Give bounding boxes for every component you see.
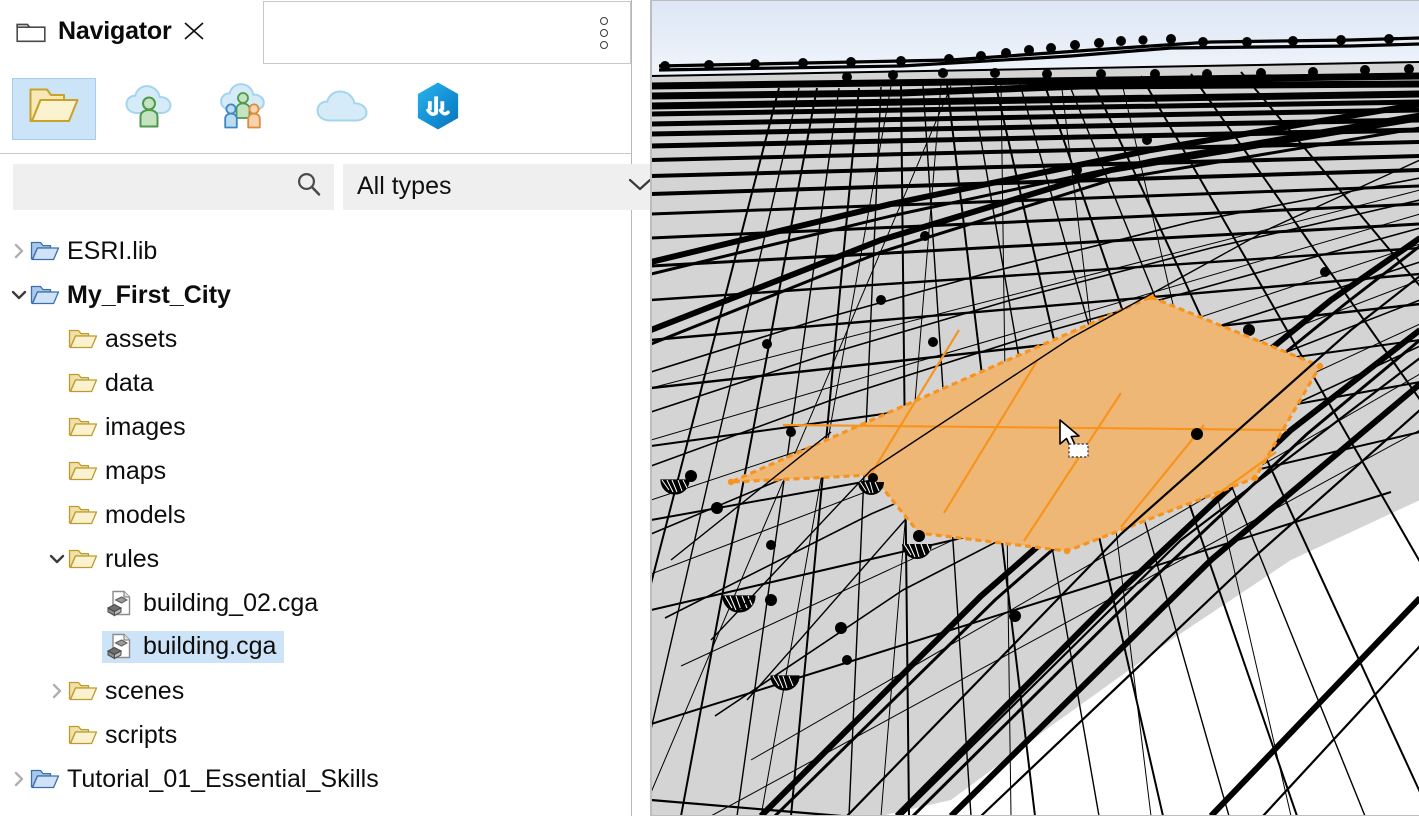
tree-item-label: scripts <box>105 723 177 748</box>
tree-item-content[interactable]: ESRI.lib <box>30 238 157 264</box>
kebab-dot-3 <box>600 41 608 49</box>
folder-gold-icon <box>68 722 98 748</box>
folder-gold-icon <box>68 326 98 352</box>
panel-tabbar: Navigator <box>0 0 631 64</box>
search-row: All types <box>0 154 631 219</box>
tree-item-content[interactable]: assets <box>68 326 177 352</box>
tree-item-models[interactable]: models <box>0 493 631 537</box>
folder-gold-icon <box>68 546 98 572</box>
chevron-right-icon[interactable] <box>8 768 30 790</box>
search-box[interactable] <box>13 164 334 210</box>
toolbar-button-groups-content[interactable] <box>204 78 288 140</box>
folder-outline-icon <box>16 19 46 43</box>
folder-gold-icon <box>68 370 98 396</box>
tree-item-content[interactable]: building.cga <box>102 631 284 663</box>
tree-item-label: assets <box>105 327 177 352</box>
tree-item-label: models <box>105 503 186 528</box>
tree-item-tutorial-01-essential-skills[interactable]: Tutorial_01_Essential_Skills <box>0 757 631 801</box>
tree-item-label: scenes <box>105 679 184 704</box>
navigator-source-toolbar <box>0 64 631 154</box>
tree-item-label: maps <box>105 459 166 484</box>
cloud-group-icon <box>218 82 274 135</box>
tab-navigator[interactable]: Navigator <box>0 0 263 64</box>
tree-item-content[interactable]: Tutorial_01_Essential_Skills <box>30 766 379 792</box>
tree-item-esri-lib[interactable]: ESRI.lib <box>0 229 631 273</box>
tree-item-label: ESRI.lib <box>67 239 157 264</box>
3d-scene-viewport[interactable] <box>650 0 1419 816</box>
tree-item-building-cga[interactable]: building.cga <box>0 625 631 669</box>
tree-item-label: images <box>105 415 186 440</box>
tree-item-content[interactable]: models <box>68 502 186 528</box>
search-input[interactable] <box>13 174 296 200</box>
tree-item-content[interactable]: rules <box>68 546 159 572</box>
living-atlas-icon <box>415 81 461 136</box>
type-filter-label: All types <box>357 172 451 201</box>
folder-gold-icon <box>68 458 98 484</box>
folder-gold-icon <box>68 502 98 528</box>
kebab-dot-2 <box>600 29 608 37</box>
kebab-menu-icon[interactable] <box>600 17 608 49</box>
chevron-right-icon[interactable] <box>46 680 68 702</box>
cga-file-icon <box>106 590 136 616</box>
folder-gold-icon <box>68 414 98 440</box>
chevron-down-icon[interactable] <box>8 284 30 306</box>
folder-gold-icon <box>68 678 98 704</box>
tree-item-rules[interactable]: rules <box>0 537 631 581</box>
folder-blue-icon <box>30 282 60 308</box>
tree-item-data[interactable]: data <box>0 361 631 405</box>
project-tree[interactable]: ESRI.lib My_First_Cityassets data images map… <box>0 219 631 816</box>
tree-item-label: building_02.cga <box>143 591 318 616</box>
tree-item-label: rules <box>105 547 159 572</box>
cloud-icon <box>315 89 369 128</box>
tree-item-scripts[interactable]: scripts <box>0 713 631 757</box>
navigator-panel: Navigator <box>0 0 632 816</box>
tree-item-building-02-cga[interactable]: building_02.cga <box>0 581 631 625</box>
toolbar-button-esri-living-atlas[interactable] <box>396 78 480 140</box>
tree-item-content[interactable]: scripts <box>68 722 177 748</box>
folder-blue-icon <box>30 238 60 264</box>
tree-item-label: data <box>105 371 154 396</box>
toolbar-button-my-content[interactable] <box>108 78 192 140</box>
tree-item-my-first-city[interactable]: My_First_City <box>0 273 631 317</box>
panel-title: Navigator <box>58 17 172 46</box>
cityengine-window: Navigator <box>0 0 1419 816</box>
tree-item-assets[interactable]: assets <box>0 317 631 361</box>
tabbar-empty-area <box>263 1 631 64</box>
folder-blue-icon <box>30 766 60 792</box>
cga-file-icon <box>106 633 136 659</box>
close-icon[interactable] <box>183 20 205 42</box>
toolbar-button-public-content[interactable] <box>300 78 384 140</box>
cloud-person-icon <box>124 83 176 134</box>
chevron-right-icon[interactable] <box>8 240 30 262</box>
tree-item-content[interactable]: scenes <box>68 678 184 704</box>
search-icon[interactable] <box>296 171 322 202</box>
tree-item-label: building.cga <box>143 634 276 659</box>
scene-render <box>651 0 1419 816</box>
toolbar-button-local-filesystem[interactable] <box>12 78 96 140</box>
tree-item-scenes[interactable]: scenes <box>0 669 631 713</box>
tree-item-content[interactable]: maps <box>68 458 166 484</box>
chevron-down-icon[interactable] <box>46 548 68 570</box>
tree-item-content[interactable]: My_First_City <box>30 282 231 308</box>
tree-item-content[interactable]: data <box>68 370 154 396</box>
tree-item-content[interactable]: images <box>68 414 186 440</box>
open-folder-icon <box>28 85 80 132</box>
tree-item-images[interactable]: images <box>0 405 631 449</box>
tree-item-label: My_First_City <box>67 283 231 308</box>
tree-item-content[interactable]: building_02.cga <box>106 590 318 616</box>
type-filter-dropdown[interactable]: All types <box>343 164 671 210</box>
tree-item-maps[interactable]: maps <box>0 449 631 493</box>
kebab-dot-1 <box>600 17 608 25</box>
tree-item-label: Tutorial_01_Essential_Skills <box>67 767 379 792</box>
